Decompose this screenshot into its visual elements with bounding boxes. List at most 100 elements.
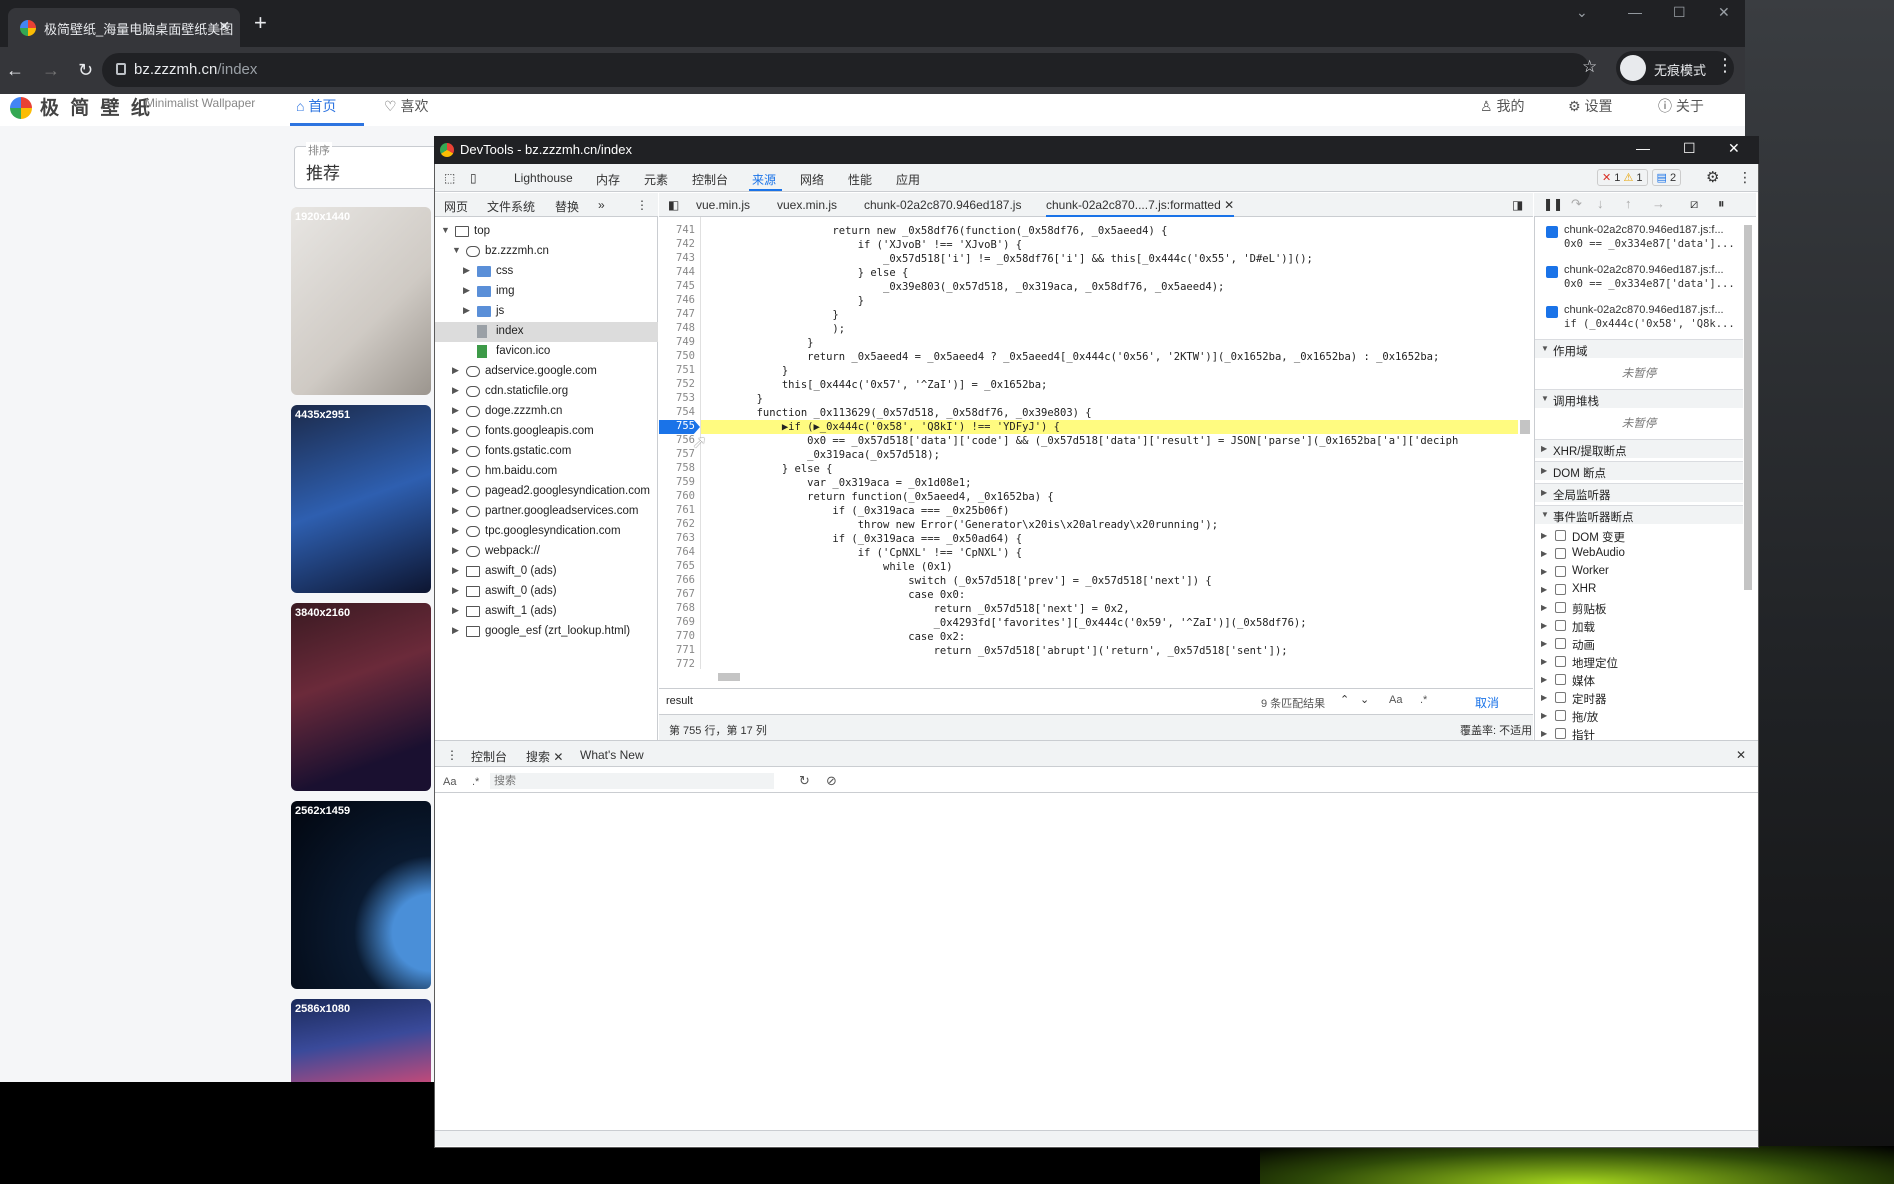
minimize-window-icon[interactable]: —: [1628, 4, 1642, 20]
devtools-settings-icon[interactable]: ⚙: [1706, 168, 1719, 186]
checkbox-icon[interactable]: [1555, 566, 1566, 577]
code-line[interactable]: }: [706, 364, 788, 378]
device-toolbar-icon[interactable]: ▯: [470, 171, 477, 185]
line-number[interactable]: 759: [659, 476, 699, 490]
line-number[interactable]: 771: [659, 644, 699, 658]
drawer-tab-whats-new[interactable]: What's New: [580, 748, 644, 762]
checkbox-icon[interactable]: [1555, 620, 1566, 631]
collapsed-triangle-icon[interactable]: ▶: [452, 545, 459, 556]
collapsed-triangle-icon[interactable]: ▶: [452, 485, 459, 496]
file-tab-chunk-formatted[interactable]: chunk-02a2c870....7.js:formatted ✕: [1046, 198, 1235, 217]
collapse-triangle-icon[interactable]: ▶: [1541, 549, 1547, 558]
line-number[interactable]: 747: [659, 308, 699, 322]
tree-node[interactable]: ▶ css: [435, 262, 658, 282]
code-line[interactable]: }: [706, 308, 838, 322]
event-category[interactable]: ▶ DOM 变更: [1535, 527, 1743, 545]
line-number[interactable]: 753: [659, 392, 699, 406]
devtools-menu-icon[interactable]: ⋮: [1738, 169, 1752, 186]
code-line[interactable]: return function(_0x5aeed4, _0x1652ba) {: [706, 490, 1054, 504]
code-line[interactable]: return _0x5aeed4 = _0x5aeed4 ? _0x5aeed4…: [706, 350, 1439, 364]
editor-vertical-scroll-thumb[interactable]: [1520, 420, 1530, 434]
line-number[interactable]: 754: [659, 406, 699, 420]
drawer-menu-icon[interactable]: ⋮: [446, 748, 458, 762]
event-category[interactable]: ▶ 拖/放: [1535, 707, 1743, 725]
regex-icon[interactable]: .*: [1420, 694, 1427, 706]
collapsed-triangle-icon[interactable]: ▶: [452, 365, 459, 376]
collapsed-triangle-icon[interactable]: ▶: [452, 405, 459, 416]
line-number[interactable]: 751: [659, 364, 699, 378]
inspect-element-icon[interactable]: ⬚: [444, 171, 455, 185]
tab-close-icon[interactable]: ✕: [218, 18, 230, 35]
line-number[interactable]: 742: [659, 238, 699, 252]
toggle-navigator-icon[interactable]: ◧: [668, 198, 679, 212]
code-line[interactable]: if ('XJvoB' !== 'XJvoB') {: [706, 238, 1022, 252]
close-window-icon[interactable]: ✕: [1718, 4, 1730, 21]
step-icon[interactable]: →: [1652, 196, 1665, 211]
toggle-debugger-icon[interactable]: ◨: [1512, 198, 1523, 212]
tree-node[interactable]: ▶ aswift_0 (ads): [435, 562, 658, 582]
line-number[interactable]: 745: [659, 280, 699, 294]
step-over-icon[interactable]: ↷: [1571, 196, 1582, 212]
code-line[interactable]: }: [706, 392, 763, 406]
collapse-triangle-icon[interactable]: ▶: [1541, 675, 1547, 684]
collapsed-triangle-icon[interactable]: ▶: [452, 465, 459, 476]
nav-fav-link[interactable]: ♡ 喜欢: [384, 96, 428, 116]
line-number[interactable]: 763: [659, 532, 699, 546]
tree-node[interactable]: favicon.ico: [435, 342, 658, 362]
wallpaper-thumb[interactable]: 4435x2951: [291, 405, 431, 593]
event-category[interactable]: ▶ 地理定位: [1535, 653, 1743, 671]
code-line[interactable]: _0x39e803(_0x57d518, _0x319aca, _0x58df7…: [706, 280, 1224, 294]
collapsed-triangle-icon[interactable]: ▶: [452, 505, 459, 516]
collapsed-triangle-icon[interactable]: ▶: [452, 445, 459, 456]
xhr-breakpoints-section[interactable]: ▶ XHR/提取断点: [1535, 439, 1743, 458]
global-listeners-section[interactable]: ▶ 全局监听器: [1535, 483, 1743, 502]
line-number[interactable]: 764: [659, 546, 699, 560]
new-tab-button[interactable]: +: [254, 10, 267, 36]
collapsed-triangle-icon[interactable]: ▶: [452, 385, 459, 396]
dom-breakpoints-section[interactable]: ▶ DOM 断点: [1535, 461, 1743, 480]
expanded-triangle-icon[interactable]: ▼: [452, 245, 461, 255]
line-number[interactable]: 768: [659, 602, 699, 616]
code-line[interactable]: this[_0x444c('0x57', '^ZaI')] = _0x1652b…: [706, 378, 1048, 392]
issue-counters[interactable]: ✕ 1 ⚠ 1 ▤ 2: [1597, 169, 1682, 186]
code-line[interactable]: return _0x57d518['next'] = 0x2,: [706, 602, 1130, 616]
browser-tab[interactable]: 极简壁纸_海量电脑桌面壁纸美图 ✕: [8, 8, 240, 47]
forward-arrow-icon[interactable]: →: [42, 60, 60, 81]
collapse-triangle-icon[interactable]: ▶: [1541, 729, 1547, 738]
collapsed-triangle-icon[interactable]: ▶: [463, 265, 470, 276]
checkbox-icon[interactable]: [1555, 674, 1566, 685]
tab-performance[interactable]: 性能: [848, 171, 872, 188]
step-into-icon[interactable]: ↓: [1597, 196, 1604, 211]
tree-node[interactable]: ▼ bz.zzzmh.cn: [435, 242, 658, 262]
wallpaper-thumb[interactable]: 2586x1080: [291, 999, 431, 1082]
code-line[interactable]: if ('CpNXL' !== 'CpNXL') {: [706, 546, 1022, 560]
tab-network[interactable]: 网络: [800, 171, 824, 188]
code-line[interactable]: _0x57d518['i'] != _0x58df76['i'] && this…: [706, 252, 1313, 266]
collapse-triangle-icon[interactable]: ▶: [1541, 711, 1547, 720]
code-line[interactable]: _0x319aca(_0x57d518);: [706, 448, 940, 462]
devtools-minimize-icon[interactable]: —: [1636, 140, 1650, 156]
line-number[interactable]: 752: [659, 378, 699, 392]
devtools-maximize-icon[interactable]: ☐: [1683, 140, 1696, 157]
collapsed-triangle-icon[interactable]: ▶: [452, 625, 459, 636]
pause-resume-icon[interactable]: ❚❚: [1543, 197, 1563, 211]
event-category[interactable]: ▶ 动画: [1535, 635, 1743, 653]
collapse-triangle-icon[interactable]: ▶: [1541, 621, 1547, 630]
tree-node[interactable]: ▶ fonts.googleapis.com: [435, 422, 658, 442]
deactivate-breakpoints-icon[interactable]: ⧄: [1690, 196, 1698, 212]
collapse-triangle-icon[interactable]: ▶: [1541, 567, 1547, 576]
find-cancel-button[interactable]: 取消: [1475, 694, 1499, 711]
collapse-triangle-icon[interactable]: ▶: [1541, 657, 1547, 666]
browser-menu-icon[interactable]: ⋮: [1716, 55, 1734, 76]
collapse-triangle-icon[interactable]: ▶: [1541, 585, 1547, 594]
line-number[interactable]: 766: [659, 574, 699, 588]
tree-node[interactable]: ▼ top: [435, 222, 658, 242]
tree-node[interactable]: index: [435, 322, 658, 342]
wallpaper-thumb[interactable]: 3840x2160: [291, 603, 431, 791]
line-number[interactable]: 769: [659, 616, 699, 630]
collapse-triangle-icon[interactable]: ▶: [1541, 531, 1547, 540]
collapse-triangle-icon[interactable]: ▶: [1541, 639, 1547, 648]
code-line[interactable]: } else {: [706, 266, 909, 280]
line-number[interactable]: 741: [659, 224, 699, 238]
collapsed-triangle-icon[interactable]: ▶: [452, 565, 459, 576]
